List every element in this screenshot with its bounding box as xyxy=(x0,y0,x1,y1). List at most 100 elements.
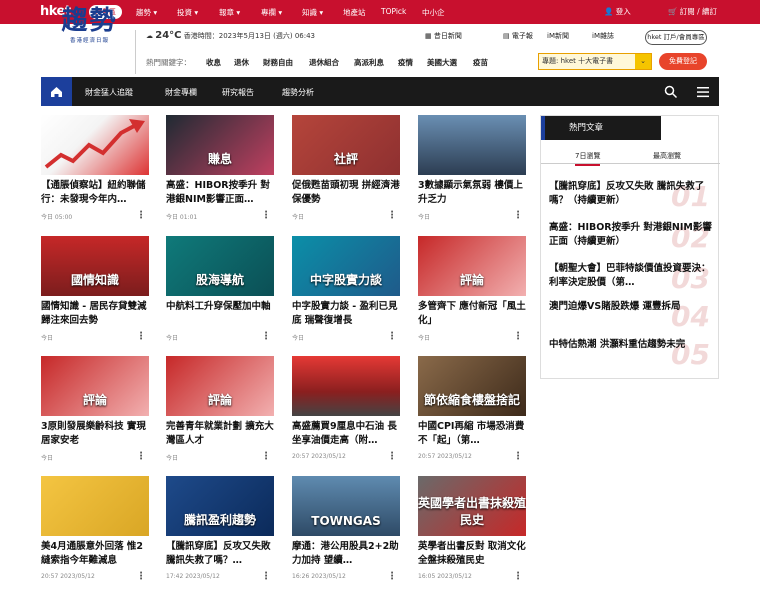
article-thumbnail[interactable]: 中字股實力談 xyxy=(292,236,400,296)
nav-item[interactable]: 財金猛人追蹤 xyxy=(85,87,133,98)
search-icon[interactable] xyxy=(664,85,678,99)
keyword-link[interactable]: 疫苗 xyxy=(473,57,488,68)
keyword-link[interactable]: 美國大選 xyxy=(427,57,457,68)
more-options-icon[interactable]: ⋮ xyxy=(387,571,397,582)
article-thumbnail[interactable]: 社評 xyxy=(292,115,400,175)
article-card[interactable]: 中字股實力談 中字股實力談 - 盈利已見底 瑞聲復增長 今日 ⋮ xyxy=(292,236,400,343)
article-card[interactable]: 3數據顯示氣氛弱 樓價上升乏力 今日 ⋮ xyxy=(418,115,526,222)
article-card[interactable]: 騰訊盈利趨勢 【騰訊穿底】反攻又失敗 騰訊失救了嗎？… 17:42 2023/05/… xyxy=(166,476,274,583)
article-card[interactable]: 【通脹偵察站】紐約聯儲行：未發現今年内… 今日 05:00 ⋮ xyxy=(41,115,149,222)
menu-icon[interactable] xyxy=(696,85,710,99)
keyword-link[interactable]: 高派利息 xyxy=(354,57,384,68)
more-options-icon[interactable]: ⋮ xyxy=(387,331,397,342)
nav-item[interactable]: 研究報告 xyxy=(222,87,254,98)
article-card[interactable]: 股海導航 中航料工升穿保壓加中軸 今日 ⋮ xyxy=(166,236,274,343)
article-title[interactable]: 高盛薦買9厘息中石油 長坐享油價走高（附… xyxy=(292,420,400,448)
article-title[interactable]: 中字股實力談 - 盈利已見底 瑞聲復增長 xyxy=(292,300,400,328)
special-topic-select[interactable]: 專題: hket 十大電子書 ⌄ xyxy=(538,53,652,70)
article-card[interactable]: 評論 多管齊下 應付新冠「風土化」 今日 ⋮ xyxy=(418,236,526,343)
article-thumbnail[interactable]: 評論 xyxy=(418,236,526,296)
epaper-link[interactable]: ▤ 電子報 xyxy=(503,31,533,41)
article-title[interactable]: 摩通：港公用股具2+2助力加持 望續… xyxy=(292,540,400,568)
article-thumbnail[interactable] xyxy=(292,356,400,416)
nav-trend[interactable]: 趨勢 ▾ xyxy=(136,7,157,18)
article-card[interactable]: 高盛薦買9厘息中石油 長坐享油價走高（附… 20:57 2023/05/12 ⋮ xyxy=(292,356,400,463)
nav-paper[interactable]: 報章 ▾ xyxy=(219,7,240,18)
keyword-link[interactable]: 退休組合 xyxy=(309,57,339,68)
more-options-icon[interactable]: ⋮ xyxy=(513,331,523,342)
article-title[interactable]: 中航料工升穿保壓加中軸 xyxy=(166,300,274,328)
more-options-icon[interactable]: ⋮ xyxy=(261,210,271,221)
subscribe-link[interactable]: 🛒 訂閱 / 續訂 xyxy=(668,6,717,17)
article-thumbnail[interactable] xyxy=(418,115,526,175)
keyword-link[interactable]: 疫情 xyxy=(398,57,413,68)
article-title[interactable]: 高盛：HIBOR按季升 對港銀NIM影響正面… xyxy=(166,179,274,207)
nav-property[interactable]: 地產站 xyxy=(343,7,366,18)
more-options-icon[interactable]: ⋮ xyxy=(261,331,271,342)
register-button[interactable]: 免費登記 xyxy=(659,53,707,70)
keyword-link[interactable]: 財務自由 xyxy=(263,57,293,68)
nav-invest[interactable]: 投資 ▾ xyxy=(177,7,198,18)
more-options-icon[interactable]: ⋮ xyxy=(387,210,397,221)
member-zone-button[interactable]: hket 訂戶/會員專區 xyxy=(645,30,707,45)
article-thumbnail[interactable]: TOWNGAS xyxy=(292,476,400,536)
article-card[interactable]: 評論 完善青年就業計劃 擴充大灣區人才 今日 ⋮ xyxy=(166,356,274,463)
nav-topick[interactable]: TOPick xyxy=(381,7,406,16)
login-link[interactable]: 👤 登入 xyxy=(604,6,631,17)
hot-article-item[interactable]: 01 【騰訊穿底】反攻又失敗 騰訊失救了嗎？（持續更新） xyxy=(549,180,714,214)
article-title[interactable]: 促俄甦苗頭初現 拼經濟港保優勢 xyxy=(292,179,400,207)
article-card[interactable]: TOWNGAS 摩通：港公用股具2+2助力加持 望續… 16:26 2023/05/… xyxy=(292,476,400,583)
article-card[interactable]: 評論 3原則發展樂齡科技 實現居家安老 今日 ⋮ xyxy=(41,356,149,463)
article-title[interactable]: 美4月通脹意外回落 惟2縫索指今年難減息 xyxy=(41,540,149,568)
more-options-icon[interactable]: ⋮ xyxy=(387,451,397,462)
more-options-icon[interactable]: ⋮ xyxy=(136,210,146,221)
article-title[interactable]: 【騰訊穿底】反攻又失敗 騰訊失救了嗎？… xyxy=(166,540,274,568)
archive-link[interactable]: ▦ 昔日新聞 xyxy=(425,31,462,41)
article-thumbnail[interactable]: 英國學者出書抹殺殖民史 xyxy=(418,476,526,536)
hot-article-item[interactable]: 05 中特估熱潮 洪灝料重估趨勢未完 xyxy=(549,338,714,372)
im-news-link[interactable]: iM新聞 xyxy=(547,31,569,41)
more-options-icon[interactable]: ⋮ xyxy=(261,451,271,462)
article-card[interactable]: 國情知識 國情知識 - 居民存貸雙減 歸注來回去勢 今日 ⋮ xyxy=(41,236,149,343)
article-thumbnail[interactable]: 評論 xyxy=(41,356,149,416)
article-card[interactable]: 美4月通脹意外回落 惟2縫索指今年難減息 20:57 2023/05/12 ⋮ xyxy=(41,476,149,583)
article-thumbnail[interactable]: 國情知識 xyxy=(41,236,149,296)
article-thumbnail[interactable] xyxy=(41,115,149,175)
more-options-icon[interactable]: ⋮ xyxy=(136,451,146,462)
nav-knowledge[interactable]: 知識 ▾ xyxy=(302,7,323,18)
more-options-icon[interactable]: ⋮ xyxy=(513,210,523,221)
article-title[interactable]: 3數據顯示氣氛弱 樓價上升乏力 xyxy=(418,179,526,207)
article-title[interactable]: 3原則發展樂齡科技 實現居家安老 xyxy=(41,420,149,448)
article-title[interactable]: 【通脹偵察站】紐約聯儲行：未發現今年内… xyxy=(41,179,149,207)
article-title[interactable]: 國情知識 - 居民存貸雙減 歸注來回去勢 xyxy=(41,300,149,328)
article-thumbnail[interactable]: 騰訊盈利趨勢 xyxy=(166,476,274,536)
hot-article-item[interactable]: 03 【朝聖大會】巴菲特談價值投資要決：利率決定股價（第… xyxy=(549,262,714,296)
nav-column[interactable]: 專欄 ▾ xyxy=(261,7,282,18)
article-card[interactable]: 英國學者出書抹殺殖民史 英學者出書反對 取消文化全盤抹殺殖民史 16:05 2023… xyxy=(418,476,526,583)
hot-article-item[interactable]: 04 澳門迫爆VS賭股跌爆 運豐拆局 xyxy=(549,300,714,334)
article-thumbnail[interactable]: 賺息 xyxy=(166,115,274,175)
nav-item[interactable]: 趨勢分析 xyxy=(282,87,314,98)
im-magazine-link[interactable]: iM雜誌 xyxy=(592,31,614,41)
article-thumbnail[interactable]: 評論 xyxy=(166,356,274,416)
brand-logo[interactable]: 趨勢 香港經濟日報 xyxy=(52,6,127,48)
tab-most-viewed[interactable]: 最高瀏覽 xyxy=(653,151,681,161)
nav-sme[interactable]: 中小企 xyxy=(422,7,445,18)
more-options-icon[interactable]: ⋮ xyxy=(136,331,146,342)
article-title[interactable]: 完善青年就業計劃 擴充大灣區人才 xyxy=(166,420,274,448)
more-options-icon[interactable]: ⋮ xyxy=(513,571,523,582)
more-options-icon[interactable]: ⋮ xyxy=(136,571,146,582)
hot-article-item[interactable]: 02 高盛：HIBOR按季升 對港銀NIM影響正面（持續更新） xyxy=(549,221,714,255)
more-options-icon[interactable]: ⋮ xyxy=(513,451,523,462)
article-card[interactable]: 賺息 高盛：HIBOR按季升 對港銀NIM影響正面… 今日 01:01 ⋮ xyxy=(166,115,274,222)
article-thumbnail[interactable]: 股海導航 xyxy=(166,236,274,296)
article-title[interactable]: 多管齊下 應付新冠「風土化」 xyxy=(418,300,526,328)
keyword-link[interactable]: 退休 xyxy=(234,57,249,68)
article-thumbnail[interactable] xyxy=(41,476,149,536)
nav-item[interactable]: 財金專欄 xyxy=(165,87,197,98)
more-options-icon[interactable]: ⋮ xyxy=(261,571,271,582)
article-card[interactable]: 節依縮食樓盤捨記 中國CPI再縮 市場恐消費不「起」（第… 20:57 2023/0… xyxy=(418,356,526,463)
article-card[interactable]: 社評 促俄甦苗頭初現 拼經濟港保優勢 今日 ⋮ xyxy=(292,115,400,222)
article-title[interactable]: 中國CPI再縮 市場恐消費不「起」（第… xyxy=(418,420,526,448)
keyword-link[interactable]: 收息 xyxy=(206,57,221,68)
